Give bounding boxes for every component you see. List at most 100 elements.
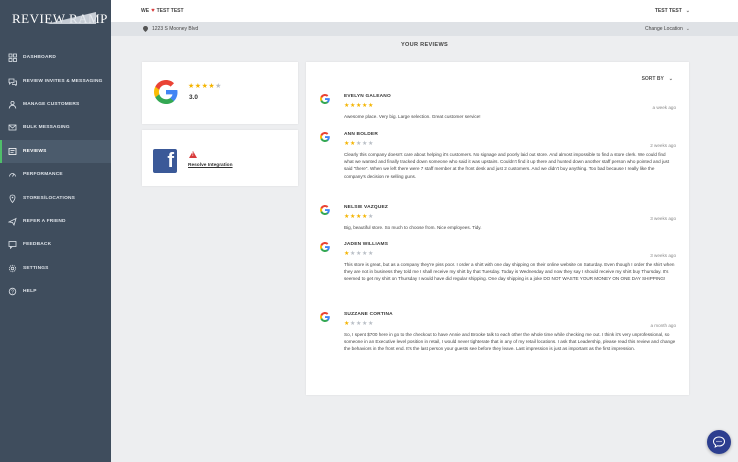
customers-icon: [8, 100, 17, 109]
reviewer-name: ANN BOLDER: [344, 132, 378, 137]
sidebar-item-performance[interactable]: PERFORMANCE: [0, 163, 111, 186]
sidebar-item-dashboard[interactable]: DASHBOARD: [0, 46, 111, 69]
review-stars: ★★★★★: [344, 250, 676, 258]
top-bar: WE ♥ TEST TEST TEST TEST ⌄: [111, 0, 738, 22]
sidebar-item-label: BULK MESSAGING: [23, 125, 70, 131]
warning-icon-mark: !: [192, 152, 194, 158]
facebook-integration-card: f ! Resolve Integration: [142, 130, 298, 186]
review-body: NELSIE VAZQUEZ 3 weeks ago ★★★★★ Big, beaut…: [344, 205, 676, 231]
review-stars: ★★★★★: [344, 213, 676, 221]
review-body: EVELYN GALEANO a week ago ★★★★★ Awesome pla…: [344, 94, 676, 120]
google-logo-icon: [320, 205, 330, 215]
sidebar-item-refer-a-friend[interactable]: REFER A FRIEND: [0, 210, 111, 233]
ramp-swoosh-icon: [46, 12, 96, 24]
user-menu-label: TEST TEST: [654, 8, 682, 14]
sidebar-item-manage-customers[interactable]: MANAGE CUSTOMERS: [0, 93, 111, 116]
star-empty-icon: ★: [367, 321, 374, 327]
greeting-prefix: WE: [141, 8, 150, 14]
star-filled-icon: ★: [367, 103, 374, 109]
review-date: 3 weeks ago: [650, 253, 676, 258]
review-body: JADEN WILLIAMS 3 weeks ago ★★★★★ This store…: [344, 242, 676, 283]
star-empty-icon: ★: [367, 141, 374, 147]
current-location: 1223 S Mooney Blvd: [143, 26, 198, 32]
sidebar-item-label: STORES/LOCATIONS: [23, 195, 76, 201]
sort-by-label: SORT BY: [641, 76, 664, 82]
map-pin-icon: [143, 26, 148, 32]
review-body: ANN BOLDER 2 weeks ago ★★★★★ Clearly this c…: [344, 132, 676, 180]
sidebar-item-review-invites-messaging[interactable]: REVIEW INVITES & MESSAGING: [0, 69, 111, 92]
location-address: 1223 S Mooney Blvd: [152, 26, 199, 32]
svg-text:?: ?: [11, 289, 14, 295]
reviewer-name: SUZZANE CORTINA: [344, 312, 393, 317]
google-rating-card[interactable]: ★★★★★ 3.0: [142, 62, 298, 124]
star-empty-icon: ★: [215, 83, 222, 90]
sidebar-item-reviews[interactable]: REVIEWS: [0, 139, 111, 163]
reviewer-name: EVELYN GALEANO: [344, 94, 391, 99]
star-filled-icon: ★: [188, 83, 195, 90]
sidebar-item-help[interactable]: ? HELP: [0, 280, 111, 303]
sidebar-item-feedback[interactable]: FEEDBACK: [0, 233, 111, 256]
performance-icon: [9, 173, 16, 177]
star-empty-icon: ★: [367, 214, 374, 220]
star-empty-icon: ★: [367, 251, 374, 257]
google-logo-icon: [320, 312, 330, 322]
chevron-down-icon: ⌄: [685, 8, 690, 14]
sidebar-nav: DASHBOARD REVIEW INVITES & MESSAGING MANAG…: [0, 46, 111, 303]
star-filled-icon: ★: [194, 83, 202, 90]
gear-icon: [8, 264, 17, 272]
help-icon: ?: [8, 287, 17, 295]
reviewer-name: JADEN WILLIAMS: [344, 242, 389, 247]
google-logo-icon: [320, 94, 330, 104]
review-date: 2 weeks ago: [650, 143, 676, 148]
page-title: YOUR REVIEWS: [400, 42, 449, 48]
user-menu[interactable]: TEST TEST ⌄: [655, 8, 690, 14]
chevron-down-icon: ⌄: [668, 76, 673, 82]
map-pin-icon: [9, 194, 16, 203]
chevron-down-icon: ⌄: [685, 26, 690, 32]
review-stars: ★★★★★: [344, 320, 676, 328]
review-body: SUZZANE CORTINA a month ago ★★★★★ So, I spe…: [344, 312, 676, 353]
sidebar-item-label: REVIEW INVITES & MESSAGING: [23, 78, 103, 84]
change-location-button[interactable]: Change Location ⌄: [645, 26, 690, 32]
sidebar-item-label: MANAGE CUSTOMERS: [23, 101, 80, 107]
greeting: WE ♥ TEST TEST: [141, 8, 184, 14]
bulk-message-icon: [8, 124, 17, 131]
review-text: Awesome place. Very big. Large selection…: [344, 114, 481, 119]
sidebar-item-label: PERFORMANCE: [23, 172, 63, 178]
google-rating-value: 3.0: [189, 94, 198, 101]
sidebar-item-label: REVIEWS: [23, 148, 47, 154]
review-text: Big, beautiful store. So much to choose …: [344, 225, 482, 230]
chat-bubbles-icon: [8, 78, 17, 86]
sidebar-item-stores-locations[interactable]: STORES/LOCATIONS: [0, 186, 111, 209]
chat-support-button[interactable]: [707, 430, 731, 454]
sidebar-item-settings[interactable]: SETTINGS: [0, 257, 111, 280]
review-stars: ★★★★★: [344, 102, 676, 110]
heart-icon: ♥: [151, 8, 155, 14]
review-stars: ★★★★★: [344, 140, 676, 148]
reviews-panel: SORT BY ⌄ EVELYN GALEANO a week ago ★★★★★ A…: [306, 62, 689, 395]
change-location-label: Change Location: [644, 26, 683, 32]
google-logo-icon: [320, 132, 330, 142]
review-text: This store is great, but as a company th…: [344, 262, 675, 282]
google-logo-icon: [154, 80, 178, 104]
review-ramp-logo[interactable]: REVIEW RAMP: [10, 6, 107, 32]
google-logo-icon: [320, 242, 330, 252]
chat-bubble-icon: [713, 436, 725, 448]
review-date: a month ago: [650, 323, 676, 328]
feedback-icon: [8, 241, 17, 250]
refer-icon: [8, 217, 17, 226]
sidebar-item-bulk-messaging[interactable]: BULK MESSAGING: [0, 116, 111, 139]
reviews-icon: [8, 147, 17, 155]
resolve-integration-link[interactable]: Resolve Integration: [188, 163, 233, 168]
grid-icon: [8, 53, 17, 63]
review-date: 3 weeks ago: [650, 216, 676, 221]
review-date: a week ago: [652, 105, 677, 110]
facebook-logo-icon: f: [153, 149, 177, 173]
sidebar: REVIEW RAMP DASHBOARD REVIEW INVITES & ME…: [0, 0, 111, 462]
google-rating-stars: ★★★★★: [188, 82, 222, 90]
sidebar-item-label: FEEDBACK: [23, 242, 52, 248]
sort-by-dropdown[interactable]: SORT BY ⌄: [642, 76, 673, 82]
review-text: Clearly this company doesn't care about …: [344, 152, 670, 179]
review-text: So, I spent $700 here in go to the check…: [344, 332, 676, 352]
sidebar-item-label: DASHBOARD: [23, 55, 56, 61]
